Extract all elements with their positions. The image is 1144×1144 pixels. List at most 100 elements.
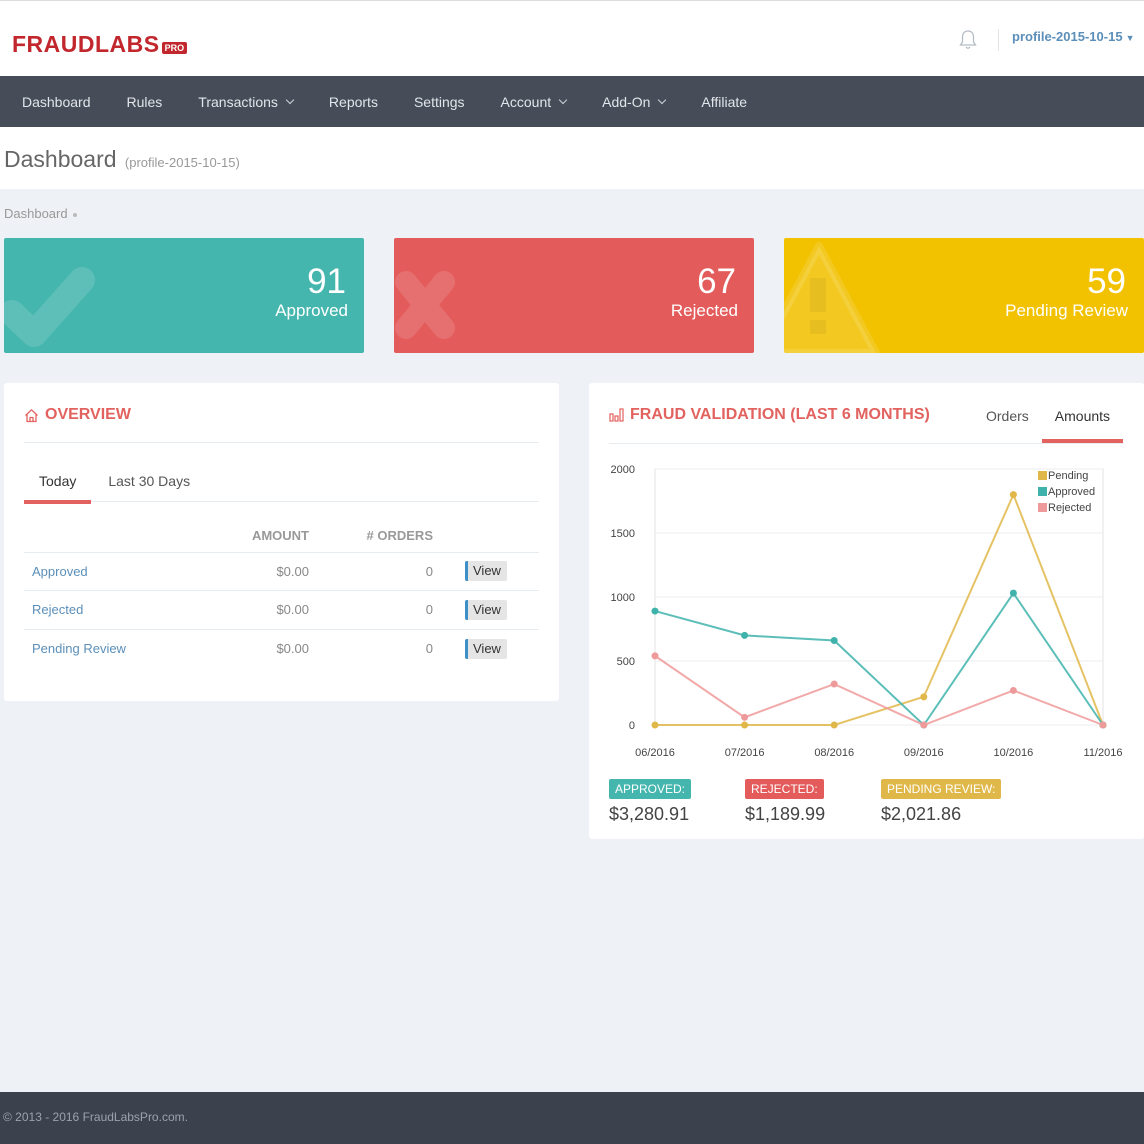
chevron-down-icon bbox=[658, 95, 667, 104]
nav-label: Rules bbox=[126, 93, 163, 110]
table-row: Approved $0.00 0 View bbox=[24, 552, 539, 591]
divider bbox=[609, 443, 1124, 444]
profile-dropdown[interactable]: profile-2015-10-15 ▼ bbox=[1012, 29, 1134, 44]
y-tick-label: 1500 bbox=[611, 528, 635, 540]
nav-dashboard[interactable]: Dashboard bbox=[4, 94, 109, 110]
breadcrumb-item[interactable]: Dashboard bbox=[4, 206, 68, 221]
row-name-link[interactable]: Approved bbox=[24, 552, 174, 591]
main-navbar: Dashboard Rules Transactions Reports Set… bbox=[0, 76, 1144, 127]
chart-legend: Pending Approved Rejected bbox=[1038, 470, 1095, 514]
fraud-validation-title: FRAUD VALIDATION (LAST 6 MONTHS) bbox=[609, 406, 930, 424]
x-tick-label: 08/2016 bbox=[814, 747, 854, 759]
nav-label: Settings bbox=[413, 93, 465, 110]
series-line bbox=[655, 491, 1104, 726]
chart-tabs: Orders Amounts bbox=[973, 405, 1124, 443]
check-icon bbox=[4, 267, 95, 347]
top-header: FRAUDLABS PRO profile-2015-10-15 ▼ bbox=[0, 0, 1144, 76]
y-tick-label: 1000 bbox=[611, 592, 635, 604]
data-point bbox=[920, 721, 928, 729]
row-action: View bbox=[433, 590, 539, 630]
chevron-down-icon bbox=[558, 95, 568, 104]
nav-account[interactable]: Account bbox=[483, 94, 585, 110]
row-amount: $0.00 bbox=[174, 590, 309, 630]
overview-table: AMOUNT # ORDERS Approved $0.00 0 View Re… bbox=[24, 519, 539, 668]
data-point bbox=[830, 637, 838, 645]
footer: © 2013 - 2016 FraudLabsPro.com. bbox=[0, 1092, 1144, 1144]
x-tick-label: 07/2016 bbox=[725, 747, 765, 759]
approved-count: 91 bbox=[307, 262, 346, 301]
table-row: Rejected $0.00 0 View bbox=[24, 590, 539, 630]
x-axis-ticks: 06/2016 07/2016 08/2016 09/2016 10/2016 11/20… bbox=[635, 747, 1122, 759]
table-header-row: AMOUNT # ORDERS bbox=[24, 519, 539, 553]
nav-affiliate[interactable]: Affiliate bbox=[683, 94, 765, 110]
warning-icon bbox=[784, 242, 880, 353]
overview-title: OVERVIEW bbox=[24, 406, 131, 424]
divider bbox=[24, 442, 539, 443]
pending-summary-amount: $2,021.86 bbox=[881, 804, 962, 824]
data-point bbox=[830, 721, 838, 729]
x-tick-label: 09/2016 bbox=[904, 747, 944, 759]
fraud-validation-chart: 0 500 1000 1500 2000 06/2016 07/2016 08/2016 09… bbox=[611, 464, 1123, 759]
legend-swatch bbox=[1038, 487, 1047, 496]
rejected-tile[interactable]: 67 Rejected bbox=[394, 238, 754, 353]
x-icon bbox=[395, 271, 455, 339]
data-point bbox=[830, 680, 838, 688]
y-axis-ticks: 0 500 1000 1500 2000 bbox=[611, 464, 635, 732]
legend-swatch bbox=[1038, 503, 1047, 512]
x-tick-label: 11/2016 bbox=[1084, 747, 1123, 759]
pending-tile[interactable]: 59 Pending Review bbox=[784, 238, 1144, 353]
data-point bbox=[651, 652, 659, 660]
overview-tabs: Today Last 30 Days bbox=[24, 465, 539, 504]
row-orders: 0 bbox=[309, 590, 433, 630]
view-button[interactable]: View bbox=[465, 561, 507, 582]
fraudlabs-logo[interactable]: FRAUDLABS PRO bbox=[12, 31, 188, 58]
breadcrumb: Dashboard bbox=[4, 206, 77, 221]
approved-label: Approved bbox=[275, 301, 348, 320]
data-point bbox=[1099, 721, 1107, 729]
copyright-text: © 2013 - 2016 FraudLabsPro.com. bbox=[3, 1110, 188, 1124]
column-header bbox=[24, 519, 174, 553]
tab-amounts[interactable]: Amounts bbox=[1041, 405, 1124, 443]
data-point bbox=[920, 693, 928, 701]
data-point bbox=[651, 721, 659, 729]
tab-today[interactable]: Today bbox=[24, 465, 92, 504]
data-point bbox=[1009, 589, 1017, 597]
row-amount: $0.00 bbox=[276, 641, 309, 656]
tab-last-30-days[interactable]: Last 30 Days bbox=[91, 465, 205, 502]
tab-orders[interactable]: Orders bbox=[973, 405, 1042, 443]
overview-panel: OVERVIEW Today Last 30 Days AMOUNT # ORD… bbox=[4, 383, 559, 701]
bar-chart-icon bbox=[609, 408, 624, 422]
nav-settings[interactable]: Settings bbox=[396, 94, 483, 110]
rejected-summary: REJECTED: $1,189.99 bbox=[745, 779, 825, 825]
row-name-link[interactable]: Rejected bbox=[24, 590, 174, 630]
bell-icon[interactable] bbox=[958, 29, 978, 51]
column-header bbox=[433, 519, 539, 553]
view-button[interactable]: View bbox=[465, 638, 507, 659]
x-tick-label: 10/2016 bbox=[994, 747, 1034, 759]
pending-label: Pending Review bbox=[1005, 301, 1128, 320]
row-name-link[interactable]: Pending Review bbox=[24, 629, 174, 668]
nav-reports[interactable]: Reports bbox=[311, 94, 396, 110]
nav-label: Reports bbox=[328, 93, 378, 110]
pending-summary-badge: PENDING REVIEW: bbox=[881, 779, 1002, 799]
data-point bbox=[741, 721, 749, 729]
rejected-summary-amount: $1,189.99 bbox=[745, 804, 826, 824]
row-orders: 0 bbox=[309, 552, 433, 591]
nav-transactions[interactable]: Transactions bbox=[180, 94, 311, 110]
nav-add-on[interactable]: Add-On bbox=[584, 94, 683, 110]
series-rejected bbox=[651, 652, 1107, 729]
page-title-text: Dashboard bbox=[4, 146, 117, 172]
row-action: View bbox=[433, 552, 539, 591]
nav-label: Affiliate bbox=[701, 93, 748, 110]
nav-rules[interactable]: Rules bbox=[109, 94, 181, 110]
column-header-orders: # ORDERS bbox=[309, 519, 433, 553]
view-button[interactable]: View bbox=[465, 599, 507, 620]
y-tick-label: 500 bbox=[617, 656, 635, 668]
chevron-down-icon bbox=[285, 95, 295, 104]
approved-tile[interactable]: 91 Approved bbox=[4, 238, 364, 353]
logo-text: FRAUDLABS bbox=[12, 31, 160, 57]
data-point bbox=[1009, 686, 1017, 694]
series-approved bbox=[651, 589, 1107, 729]
rejected-label: Rejected bbox=[670, 301, 738, 320]
profile-name: profile-2015-10-15 bbox=[1012, 29, 1123, 44]
